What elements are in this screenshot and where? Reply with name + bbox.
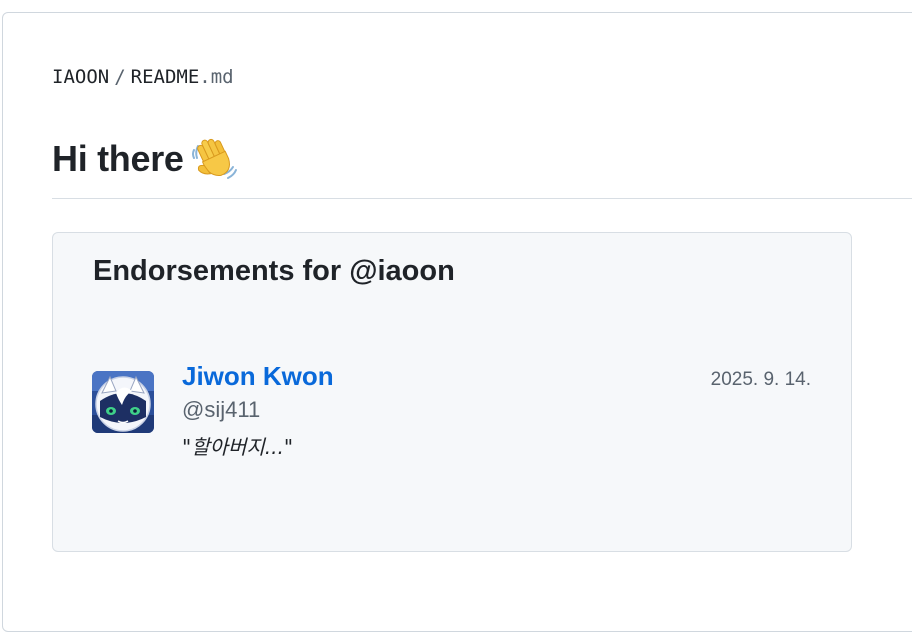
avatar-cat-icon[interactable] (92, 371, 154, 433)
waving-hand-icon (191, 136, 238, 180)
heading-divider (52, 198, 912, 199)
breadcrumb-file-ext: .md (199, 66, 234, 88)
endorsement-date: 2025. 9. 14. (710, 369, 811, 390)
endorser-handle: @sij411 (182, 397, 261, 422)
endorsements-card: Endorsements for @iaoon Jiwon Kwon @sij4… (52, 232, 852, 552)
readme-heading-text: Hi there (52, 138, 184, 179)
breadcrumb: IAOON / README.md (52, 66, 234, 88)
readme-heading: Hi there (52, 138, 238, 180)
endorser-name-link[interactable]: Jiwon Kwon (182, 361, 334, 392)
breadcrumb-file-name: README (130, 66, 200, 88)
endorsement-quote: "할아버지..." (182, 435, 294, 459)
breadcrumb-separator: / (114, 66, 126, 88)
endorsements-title: Endorsements for @iaoon (93, 255, 455, 287)
breadcrumb-owner[interactable]: IAOON (52, 66, 109, 88)
